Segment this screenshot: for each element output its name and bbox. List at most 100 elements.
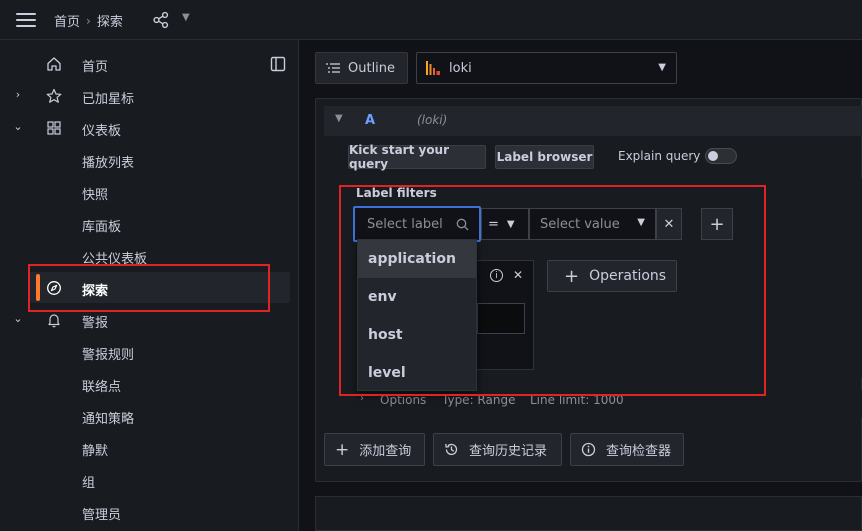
sidebar-item-label: 联络点 bbox=[82, 380, 122, 395]
plus-icon: + bbox=[709, 213, 725, 235]
operator-value: = bbox=[488, 216, 499, 232]
sidebar-item-groups[interactable]: 组 bbox=[0, 466, 299, 494]
breadcrumb-current: 探索 bbox=[96, 15, 123, 30]
chevron-down-icon[interactable]: ▼ bbox=[182, 12, 190, 23]
query-ref-id[interactable]: A bbox=[365, 113, 375, 128]
sidebar-item-label: 库面板 bbox=[82, 220, 122, 235]
options-row[interactable]: › Options Type: Range Line limit: 1000 bbox=[348, 390, 862, 418]
dropdown-option[interactable]: level bbox=[358, 354, 476, 392]
sidebar-item-label: 组 bbox=[82, 476, 96, 491]
remove-filter-button[interactable]: ✕ bbox=[656, 208, 682, 240]
outline-button[interactable]: Outline bbox=[315, 52, 408, 84]
sidebar-item-explore[interactable]: 探索 bbox=[0, 274, 299, 302]
label-select[interactable]: Select label bbox=[353, 206, 481, 242]
operations-button[interactable]: + Operations bbox=[547, 260, 677, 292]
breadcrumb: 首页 › 探索 bbox=[54, 11, 123, 31]
add-query-button[interactable]: + 添加查询 bbox=[324, 433, 425, 466]
operation-input[interactable] bbox=[477, 303, 525, 334]
dropdown-option[interactable]: env bbox=[358, 278, 476, 316]
share-icon[interactable] bbox=[152, 11, 170, 29]
chevron-down-icon[interactable]: ⌄ bbox=[12, 313, 24, 325]
sidebar-item-notification-policies[interactable]: 通知策略 bbox=[0, 402, 299, 430]
sidebar-item-label: 首页 bbox=[82, 60, 109, 75]
sidebar-item-playlists[interactable]: 播放列表 bbox=[0, 146, 299, 174]
add-query-label: 添加查询 bbox=[359, 444, 412, 459]
label-select-placeholder: Select label bbox=[367, 216, 443, 232]
search-icon bbox=[456, 218, 469, 231]
list-icon bbox=[326, 63, 340, 73]
loki-logo-icon bbox=[426, 61, 440, 75]
sidebar-item-label: 警报规则 bbox=[82, 348, 135, 363]
chevron-right-icon[interactable]: › bbox=[12, 89, 24, 101]
query-inspector-label: 查询检查器 bbox=[606, 444, 672, 459]
options-type: Type: Range bbox=[442, 393, 516, 407]
sidebar-item-contact-points[interactable]: 联络点 bbox=[0, 370, 299, 398]
sidebar-item-home[interactable]: 首页 bbox=[0, 50, 299, 78]
sidebar-item-snapshots[interactable]: 快照 bbox=[0, 178, 299, 206]
chevron-right-icon: › bbox=[360, 393, 364, 404]
toggle-knob bbox=[708, 151, 718, 161]
sidebar-item-label: 管理员 bbox=[82, 508, 122, 523]
sidebar-item-starred[interactable]: › 已加星标 bbox=[0, 82, 299, 110]
chevron-down-icon: ▼ bbox=[506, 218, 515, 230]
sidebar-item-label: 公共仪表板 bbox=[82, 252, 148, 267]
sidebar-item-label: 探索 bbox=[82, 284, 109, 299]
value-select[interactable]: Select value ▼ bbox=[529, 208, 656, 240]
sidebar-item-alert-rules[interactable]: 警报规则 bbox=[0, 338, 299, 366]
plus-icon: + bbox=[564, 265, 580, 287]
sidebar-item-label: 警报 bbox=[82, 316, 109, 331]
star-icon bbox=[46, 88, 62, 103]
query-inspector-button[interactable]: 查询检查器 bbox=[570, 433, 684, 466]
kick-start-button[interactable]: Kick start your query bbox=[348, 143, 486, 171]
apps-icon bbox=[47, 121, 61, 135]
sidebar-item-label: 已加星标 bbox=[82, 92, 135, 107]
explain-query-toggle[interactable] bbox=[705, 148, 737, 164]
chevron-down-icon: ▼ bbox=[658, 62, 666, 73]
sidebar-item-dashboards[interactable]: ⌄ 仪表板 bbox=[0, 114, 299, 142]
breadcrumb-home[interactable]: 首页 bbox=[54, 11, 80, 30]
options-line-limit: Line limit: 1000 bbox=[530, 393, 624, 407]
chevron-down-icon: ▼ bbox=[637, 217, 645, 228]
chevron-down-icon[interactable]: ⌄ bbox=[12, 121, 24, 133]
info-circle-icon bbox=[581, 442, 596, 457]
label-dropdown-menu: application env host level bbox=[357, 239, 477, 391]
home-icon bbox=[47, 57, 61, 71]
operator-select[interactable]: = ▼ bbox=[481, 208, 529, 240]
compass-icon bbox=[47, 281, 61, 295]
sidebar-item-alerting[interactable]: ⌄ 警报 bbox=[0, 306, 299, 334]
plus-icon: + bbox=[335, 439, 350, 460]
sidebar-item-silences[interactable]: 静默 bbox=[0, 434, 299, 462]
menu-icon[interactable] bbox=[16, 12, 36, 28]
label-browser-button[interactable]: Label browser bbox=[495, 145, 594, 169]
operations-label: Operations bbox=[589, 268, 667, 284]
close-icon[interactable]: ✕ bbox=[513, 268, 523, 282]
sidebar-item-public-dashboards[interactable]: 公共仪表板 bbox=[0, 242, 299, 270]
value-select-placeholder: Select value bbox=[540, 216, 620, 232]
sidebar-item-label: 播放列表 bbox=[82, 156, 135, 171]
results-panel bbox=[315, 496, 862, 531]
options-label: Options bbox=[380, 393, 427, 407]
close-icon: ✕ bbox=[663, 216, 675, 232]
outline-label: Outline bbox=[348, 60, 396, 76]
query-datasource-hint: (loki) bbox=[417, 113, 448, 127]
sidebar-item-library-panels[interactable]: 库面板 bbox=[0, 210, 299, 238]
top-bar bbox=[0, 0, 862, 40]
datasource-picker[interactable]: loki ▼ bbox=[416, 52, 677, 84]
history-icon bbox=[445, 443, 458, 456]
dropdown-option[interactable]: application bbox=[358, 240, 476, 278]
query-row-header[interactable] bbox=[324, 106, 862, 136]
datasource-name: loki bbox=[449, 60, 472, 76]
chevron-down-icon[interactable]: ▼ bbox=[335, 113, 343, 124]
sidebar-item-label: 仪表板 bbox=[82, 124, 122, 139]
breadcrumb-separator-icon: › bbox=[86, 13, 91, 28]
bell-icon bbox=[48, 314, 60, 328]
label-filters-title: Label filters bbox=[356, 186, 437, 200]
add-filter-button[interactable]: + bbox=[701, 208, 733, 240]
query-history-button[interactable]: 查询历史记录 bbox=[433, 433, 562, 466]
sidebar-item-label: 静默 bbox=[82, 444, 109, 459]
sidebar-item-admin[interactable]: 管理员 bbox=[0, 498, 299, 526]
query-history-label: 查询历史记录 bbox=[469, 444, 548, 459]
info-icon[interactable]: i bbox=[490, 269, 503, 282]
sidebar-item-label: 快照 bbox=[82, 188, 109, 203]
dropdown-option[interactable]: host bbox=[358, 316, 476, 354]
